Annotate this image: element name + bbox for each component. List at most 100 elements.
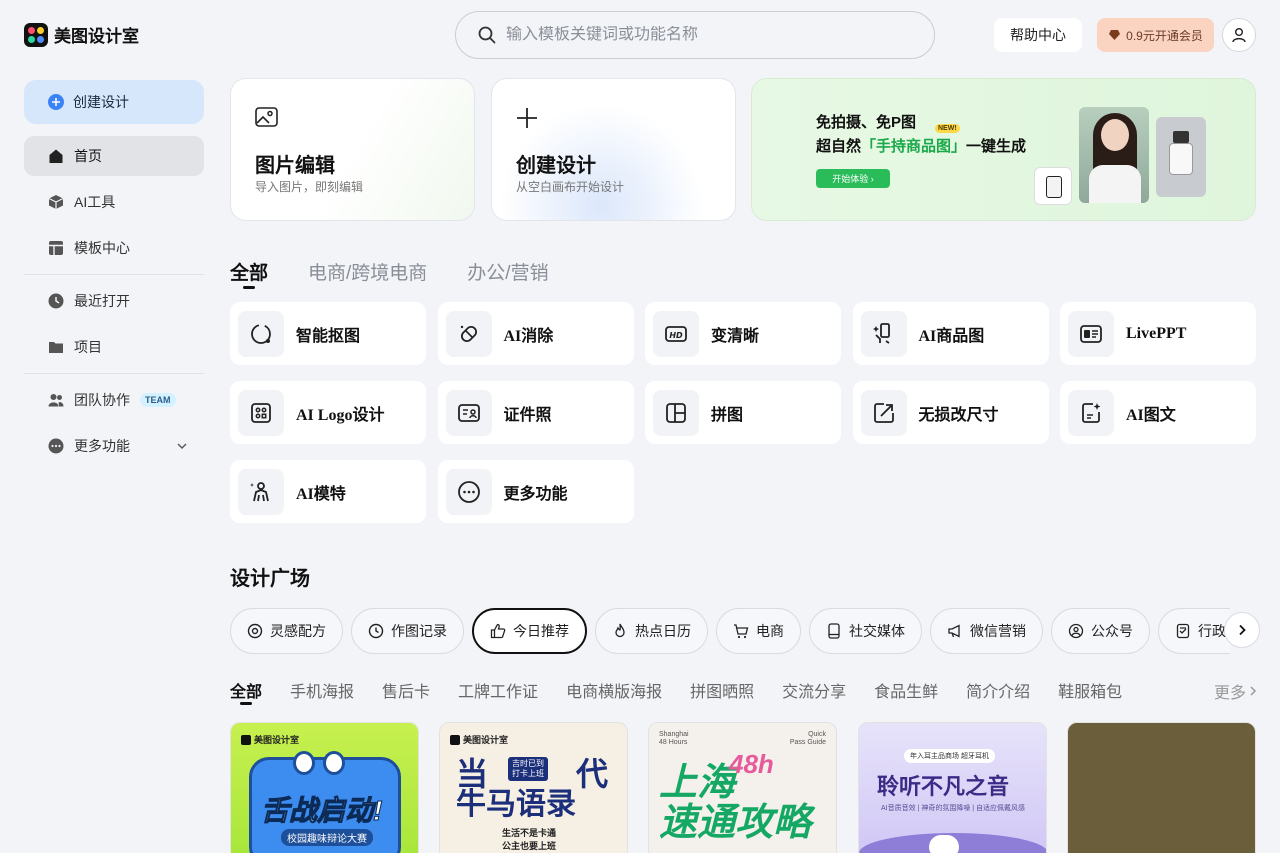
- subtab-phone-poster[interactable]: 手机海报: [290, 678, 354, 702]
- tool-ai-eraser[interactable]: AI消除: [437, 302, 634, 365]
- create-design-button[interactable]: 创建设计: [24, 80, 204, 124]
- tool-ai-logo[interactable]: AI Logo设计: [230, 381, 426, 444]
- template-subtitle: 生活不是卡通 公主也要上班: [502, 828, 557, 851]
- chip-official-account[interactable]: 公众号: [1051, 608, 1150, 654]
- sidebar-item-ai-tools[interactable]: AI工具: [24, 182, 204, 222]
- more-templates-link[interactable]: 更多: [1214, 679, 1258, 703]
- chip-ecommerce[interactable]: 电商: [716, 608, 801, 654]
- banner-text-post: 一键生成: [966, 138, 1027, 155]
- app-logo[interactable]: 美图设计室: [24, 22, 139, 47]
- chip-admin-office[interactable]: 行政办公: [1158, 608, 1230, 654]
- template-subtitle: 校园趣味辩论大赛: [281, 829, 373, 846]
- chip-label: 公众号: [1091, 623, 1133, 639]
- tab-office-marketing[interactable]: 办公/营销: [467, 258, 548, 285]
- vip-button[interactable]: 0.9元开通会员: [1097, 18, 1214, 52]
- tool-label: 智能抠图: [296, 327, 361, 345]
- sidebar-item-label: 模板中心: [74, 240, 130, 256]
- tool-label: 拼图: [711, 406, 744, 424]
- banner-subheadline: 超自然「手持商品图」一键生成: [816, 135, 1026, 156]
- tool-liveppt[interactable]: LivePPT: [1060, 302, 1256, 365]
- sidebar-item-more[interactable]: 更多功能: [24, 426, 204, 466]
- sidebar-item-recent[interactable]: 最近打开: [24, 281, 204, 321]
- chip-label: 今日推荐: [513, 623, 569, 639]
- template-card[interactable]: 年入耳主品商场 超牙耳机 聆听不凡之音 AI音质音效 | 神奇的氛围降噪 | 自…: [858, 722, 1047, 853]
- sidebar-item-label: 团队协作: [74, 392, 130, 408]
- template-title: 舌战启动!: [260, 795, 383, 827]
- template-card[interactable]: 美图设计室 舌战启动! 校园趣味辩论大赛: [230, 722, 419, 853]
- search-bar[interactable]: [455, 11, 935, 59]
- template-card[interactable]: Shanghai 48 Hours Quick Pass Guide 上海 速通…: [648, 722, 837, 853]
- category-tabs: 全部 电商/跨境电商 办公/营销: [230, 258, 589, 289]
- chip-hot-calendar[interactable]: 热点日历: [595, 608, 708, 654]
- sidebar-item-templates[interactable]: 模板中心: [24, 228, 204, 268]
- template-brand: 美图设计室: [241, 733, 299, 746]
- tool-collage[interactable]: 拼图: [645, 381, 841, 444]
- hd-icon: HD: [665, 325, 687, 342]
- template-subtabs: 全部 手机海报 售后卡 工牌工作证 电商横版海报 拼图晒照 交流分享 食品生鲜 …: [230, 678, 1150, 705]
- model-photo: [1079, 107, 1149, 203]
- chip-inspiration[interactable]: 灵感配方: [230, 608, 343, 654]
- subtab-photo-collage[interactable]: 拼图晒照: [690, 678, 754, 702]
- home-icon: [49, 149, 63, 163]
- template-card[interactable]: 美图设计室 当代 吉时已到 打卡上班 牛马语录 生活不是卡通 公主也要上班: [439, 722, 628, 853]
- subtab-badge[interactable]: 工牌工作证: [458, 678, 538, 702]
- logo-icon: [24, 22, 48, 47]
- sidebar-item-team[interactable]: 团队协作 TEAM: [24, 380, 204, 420]
- image-icon: [255, 107, 278, 127]
- template-title-line2: 牛马语录: [456, 788, 576, 821]
- tool-ai-product[interactable]: AI商品图: [852, 302, 1049, 365]
- new-tag: NEW!: [935, 124, 960, 133]
- chip-label: 社交媒体: [849, 623, 905, 639]
- tool-smart-cutout[interactable]: 智能抠图: [230, 302, 426, 365]
- subtab-food[interactable]: 食品生鲜: [874, 678, 938, 702]
- image-edit-card[interactable]: 图片编辑 导入图片，即刻编辑: [230, 78, 475, 221]
- tools-grid: 智能抠图 AI消除 HD 变清晰 AI商品图 LivePPT AI Logo设计…: [230, 302, 1256, 523]
- chips-next-button[interactable]: [1224, 612, 1260, 648]
- sidebar-item-home[interactable]: 首页: [24, 136, 204, 176]
- banner-start-button[interactable]: 开始体验 ›: [816, 169, 890, 188]
- help-center-button[interactable]: 帮助中心: [994, 18, 1082, 52]
- subtab-intro[interactable]: 简介介绍: [966, 678, 1030, 702]
- title-char: 代: [576, 756, 611, 792]
- banner-text-highlight: 「手持商品图」: [861, 138, 967, 155]
- chip-wechat-marketing[interactable]: 微信营销: [930, 608, 1043, 654]
- chevron-right-icon: [1239, 624, 1246, 636]
- tool-label: 更多功能: [503, 485, 568, 503]
- subtab-ecommerce-banner[interactable]: 电商横版海报: [566, 678, 662, 702]
- tool-enhance[interactable]: HD 变清晰: [645, 302, 841, 365]
- card-title: 创建设计: [516, 155, 596, 177]
- chip-social-media[interactable]: 社交媒体: [809, 608, 922, 654]
- megaphone-icon: [948, 624, 960, 638]
- cutout-icon: [251, 323, 271, 344]
- tool-more[interactable]: 更多功能: [437, 460, 634, 523]
- template-card[interactable]: [1067, 722, 1256, 853]
- search-input[interactable]: [506, 26, 906, 44]
- history-icon: [368, 623, 384, 639]
- inspiration-icon: [247, 623, 263, 639]
- subtab-share[interactable]: 交流分享: [782, 678, 846, 702]
- chip-history[interactable]: 作图记录: [351, 608, 464, 654]
- sidebar-divider: [24, 274, 204, 275]
- document-icon: [1176, 623, 1190, 639]
- chevron-down-icon[interactable]: [176, 440, 188, 452]
- chip-today-recommend[interactable]: 今日推荐: [472, 608, 587, 654]
- subtab-apparel[interactable]: 鞋服箱包: [1058, 678, 1122, 702]
- tab-all[interactable]: 全部: [230, 258, 268, 289]
- tool-resize[interactable]: 无损改尺寸: [852, 381, 1049, 444]
- tool-ai-model[interactable]: AI模特: [230, 460, 426, 523]
- resize-icon: [873, 402, 894, 423]
- flame-icon: [615, 623, 625, 638]
- promo-banner[interactable]: 免拍摄、免P图 超自然「手持商品图」一键生成 NEW! 开始体验 ›: [751, 78, 1256, 221]
- ppt-icon: [1080, 324, 1102, 343]
- create-design-card[interactable]: 创建设计 从空白画布开始设计: [491, 78, 736, 221]
- plus-icon: [517, 108, 537, 128]
- product-hand-icon: [872, 322, 890, 344]
- tool-id-photo[interactable]: 证件照: [437, 381, 634, 444]
- template-title: 聆听不凡之音: [877, 774, 1010, 799]
- tab-ecommerce[interactable]: 电商/跨境电商: [308, 258, 427, 285]
- sidebar-item-projects[interactable]: 项目: [24, 327, 204, 367]
- subtab-after-sales-card[interactable]: 售后卡: [382, 678, 430, 702]
- user-avatar[interactable]: [1222, 18, 1256, 52]
- tool-ai-text-image[interactable]: AI图文: [1060, 381, 1256, 444]
- subtab-all[interactable]: 全部: [230, 678, 262, 705]
